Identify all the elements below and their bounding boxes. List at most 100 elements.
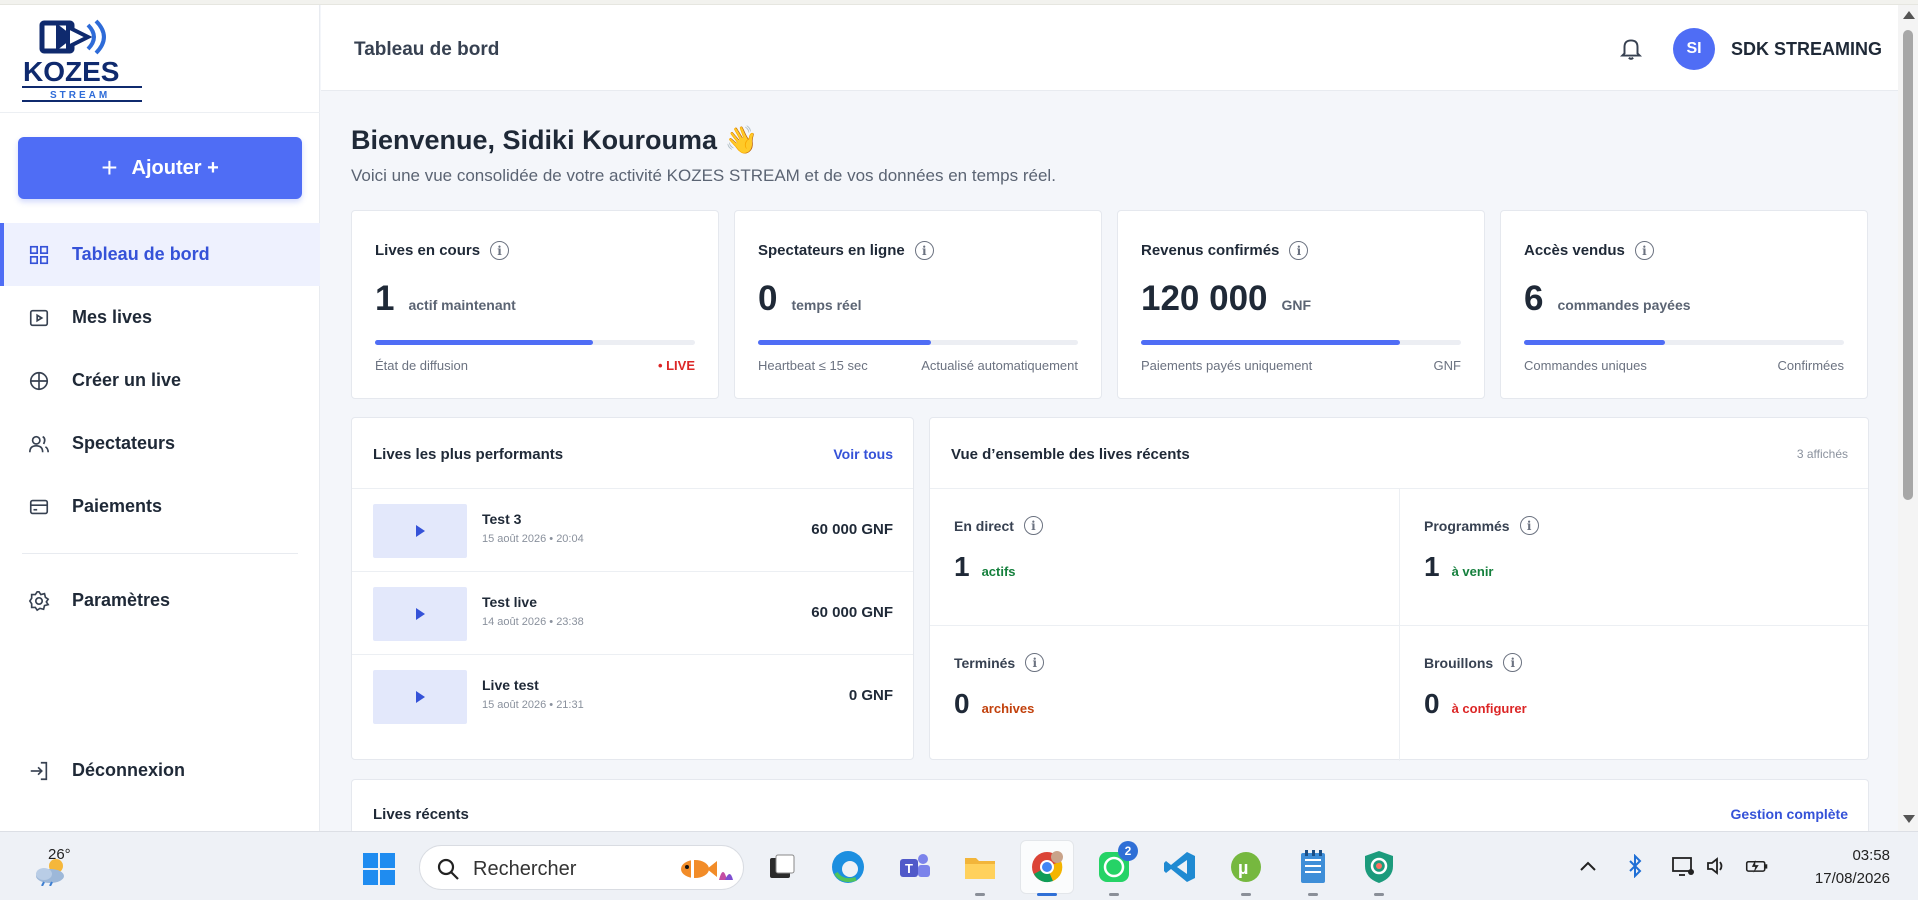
sidebar-item-label: Déconnexion <box>72 760 186 780</box>
network-tray[interactable] <box>1671 854 1695 878</box>
windows-start-icon[interactable] <box>362 852 396 886</box>
stat-number: 6 <box>1524 279 1544 318</box>
scrollbar[interactable] <box>1898 5 1918 831</box>
stat-footer-right: Confirmées <box>1777 358 1844 373</box>
sidebar-item-settings[interactable]: Paramètres <box>0 569 320 632</box>
sidebar-item-label: Paiements <box>72 496 163 516</box>
info-icon[interactable]: i <box>1503 653 1523 672</box>
sidebar-item-logout[interactable]: Déconnexion <box>0 739 320 802</box>
sidebar-item-my-lives[interactable]: Mes lives <box>0 286 320 349</box>
windows-taskbar: 26° Rechercher T 2 µ 03:58 17/08/2026 <box>0 831 1918 900</box>
logout-wrapper: Déconnexion <box>0 739 320 802</box>
bell-icon[interactable] <box>1618 35 1644 61</box>
utorrent-app[interactable]: µ <box>1226 847 1266 896</box>
stat-footer-right: GNF <box>1433 358 1461 373</box>
file-explorer-app[interactable] <box>960 847 1000 896</box>
info-icon[interactable]: i <box>1025 653 1045 672</box>
info-icon[interactable]: i <box>1519 516 1539 535</box>
logo-tagline: STREAM <box>50 90 110 101</box>
edge-app[interactable] <box>828 847 868 887</box>
overview-number: 0 <box>1424 688 1440 719</box>
video-thumbnail[interactable] <box>373 504 467 558</box>
search-placeholder: Rechercher <box>473 858 577 880</box>
overview-title: Brouillons i <box>1424 653 1523 672</box>
vscode-app[interactable] <box>1160 847 1200 887</box>
card-title: Lives les plus performants <box>373 446 564 463</box>
user-name[interactable]: SDK STREAMING <box>1731 39 1882 60</box>
task-view-icon <box>770 854 795 878</box>
info-icon[interactable]: i <box>1023 516 1043 535</box>
info-icon[interactable]: i <box>914 241 934 260</box>
progress-fill <box>375 340 593 345</box>
progress-fill <box>758 340 931 345</box>
volume-tray[interactable] <box>1705 854 1729 878</box>
video-thumbnail[interactable] <box>373 670 467 724</box>
info-icon[interactable]: i <box>490 241 510 260</box>
kozes-stream-logo[interactable]: KOZES STREAM <box>20 17 150 107</box>
sidebar-item-spectators[interactable]: Spectateurs <box>0 412 320 475</box>
stat-title-text: Lives en cours <box>375 242 481 259</box>
add-button[interactable]: + Ajouter + <box>18 137 302 199</box>
stat-title-text: Revenus confirmés <box>1141 242 1280 259</box>
list-item[interactable]: Live test 15 août 2026 • 21:31 0 GNF <box>352 654 913 737</box>
sidebar-item-payments[interactable]: Paiements <box>0 475 320 538</box>
see-all-link[interactable]: Voir tous <box>833 446 893 462</box>
shield-icon <box>1365 851 1393 883</box>
play-icon <box>415 608 425 620</box>
teams-app[interactable]: T <box>894 847 934 887</box>
notepad-icon <box>1301 850 1325 883</box>
chrome-app[interactable] <box>1027 847 1067 896</box>
sidebar-item-create-live[interactable]: Créer un live <box>0 349 320 412</box>
clock-time[interactable]: 03:58 <box>1852 847 1890 864</box>
shown-count: 3 affichés <box>1796 447 1848 461</box>
bluetooth-icon <box>1629 854 1642 878</box>
sidebar-item-label: Tableau de bord <box>72 244 210 264</box>
stat-footer-right: Actualisé automatiquement <box>921 358 1078 373</box>
info-icon[interactable]: i <box>1634 241 1654 260</box>
sidebar-item-label: Créer un live <box>72 370 182 390</box>
scroll-up-arrow-icon[interactable] <box>1903 11 1915 19</box>
plus-icon: + <box>101 152 118 183</box>
list-item[interactable]: Test live 14 août 2026 • 23:38 60 000 GN… <box>352 571 913 654</box>
live-amount: 0 GNF <box>848 687 893 704</box>
teams-icon: T <box>900 854 930 877</box>
stat-value: 120 000 GNF <box>1141 279 1311 319</box>
notification-badge: 2 <box>1118 841 1138 861</box>
security-app[interactable] <box>1359 847 1399 896</box>
progress-fill <box>1524 340 1665 345</box>
chrome-icon <box>1032 851 1063 883</box>
progress-bar <box>1524 340 1844 345</box>
sidebar-item-label: Mes lives <box>72 307 153 327</box>
scroll-down-arrow-icon[interactable] <box>1903 815 1915 823</box>
app-active-indicator <box>1037 893 1057 896</box>
clock-date[interactable]: 17/08/2026 <box>1815 870 1890 887</box>
sidebar-item-dashboard[interactable]: Tableau de bord <box>0 223 320 286</box>
scroll-thumb[interactable] <box>1903 30 1913 500</box>
list-item[interactable]: Test 3 15 août 2026 • 20:04 60 000 GNF <box>352 488 913 571</box>
task-view-app[interactable] <box>762 847 802 887</box>
edge-icon <box>832 851 864 883</box>
live-amount: 60 000 GNF <box>811 604 893 621</box>
battery-tray[interactable] <box>1745 854 1769 878</box>
app-running-indicator <box>975 893 985 896</box>
network-icon <box>1672 857 1694 876</box>
full-management-link[interactable]: Gestion complète <box>1731 806 1848 822</box>
overview-ended: Terminés i 0 archives <box>930 625 1399 761</box>
video-thumbnail[interactable] <box>373 587 467 641</box>
overview-value: 0 archives <box>954 688 1034 720</box>
avatar[interactable]: SI <box>1673 28 1715 70</box>
play-icon <box>415 525 425 537</box>
live-name: Test live <box>482 594 537 610</box>
notepad-app[interactable] <box>1293 847 1333 896</box>
progress-bar <box>1141 340 1461 345</box>
stat-title-text: Accès vendus <box>1524 242 1625 259</box>
stat-unit: commandes payées <box>1557 297 1691 313</box>
overview-title-text: Programmés <box>1424 517 1510 534</box>
bluetooth-tray[interactable] <box>1623 854 1647 878</box>
overview-value: 1 actifs <box>954 551 1016 583</box>
whatsapp-app[interactable]: 2 <box>1094 841 1138 896</box>
taskbar-search[interactable]: Rechercher <box>419 845 744 890</box>
overview-title: Programmés i <box>1424 516 1539 535</box>
info-icon[interactable]: i <box>1289 241 1309 260</box>
show-hidden-icons[interactable] <box>1576 854 1600 878</box>
